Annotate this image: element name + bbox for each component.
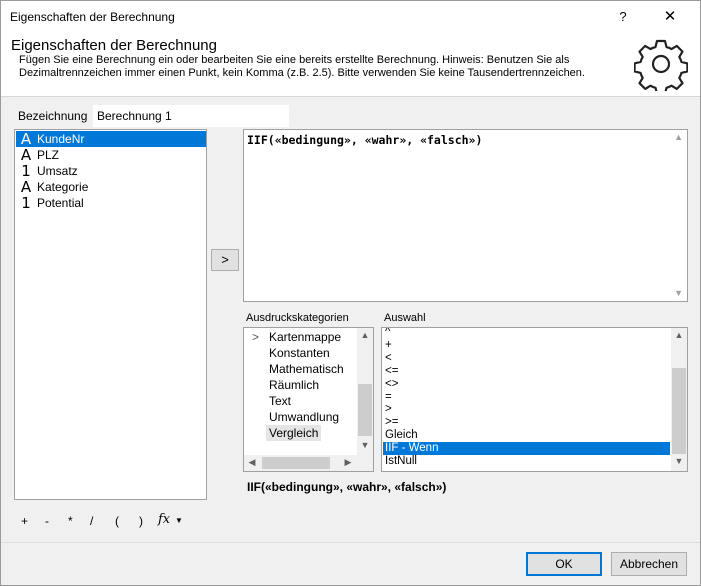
selection-label: Auswahl bbox=[384, 312, 426, 324]
function-icon[interactable]: fx bbox=[158, 512, 170, 527]
scroll-down-icon[interactable]: ▼ bbox=[357, 440, 373, 450]
field-list[interactable]: A KundeNr A PLZ 1 Umsatz A Kategorie 1 Potential bbox=[14, 129, 207, 500]
name-input[interactable] bbox=[93, 105, 289, 127]
dialog-window: Eigenschaften der Berechnung ? ✕ Eigensc… bbox=[0, 0, 701, 586]
selection-item[interactable]: > bbox=[383, 403, 670, 416]
header-description: Fügen Sie eine Berechnung ein oder bearb… bbox=[19, 54, 585, 79]
field-item-umsatz[interactable]: 1 Umsatz bbox=[16, 162, 206, 180]
number-type-icon: 1 bbox=[21, 194, 31, 212]
expression-text[interactable]: IIF(«bedingung», «wahr», «falsch») bbox=[247, 133, 482, 147]
operator-plus-button[interactable]: + bbox=[21, 514, 28, 528]
syntax-preview: IIF(«bedingung», «wahr», «falsch») bbox=[247, 480, 447, 494]
expression-editor[interactable]: IIF(«bedingung», «wahr», «falsch») ▲ ▼ bbox=[243, 129, 688, 302]
scroll-right-icon[interactable]: ▶ bbox=[340, 457, 356, 468]
category-item[interactable]: Kartenmappe bbox=[266, 329, 344, 345]
category-item[interactable]: Mathematisch bbox=[266, 361, 347, 377]
category-item[interactable]: Text bbox=[266, 393, 294, 409]
scroll-thumb[interactable] bbox=[672, 368, 686, 454]
scroll-down-icon[interactable]: ▼ bbox=[674, 288, 683, 298]
field-item-label: PLZ bbox=[37, 148, 60, 162]
selection-item[interactable]: < bbox=[383, 352, 670, 365]
dialog-header: Eigenschaften der Berechnung Fügen Sie e… bbox=[1, 33, 700, 97]
insert-field-button[interactable]: > bbox=[211, 249, 239, 271]
field-item-kategorie[interactable]: A Kategorie bbox=[16, 178, 206, 196]
field-item-label: KundeNr bbox=[37, 132, 85, 146]
scroll-down-icon[interactable]: ▼ bbox=[671, 456, 687, 466]
name-label: Bezeichnung bbox=[18, 109, 88, 123]
selection-item[interactable]: IstNull bbox=[383, 455, 670, 468]
field-item-label: Umsatz bbox=[37, 164, 78, 178]
selection-item[interactable]: Gleich bbox=[383, 429, 670, 442]
footer-divider bbox=[1, 542, 700, 543]
field-item-label: Potential bbox=[37, 196, 84, 210]
category-item[interactable]: Räumlich bbox=[266, 377, 322, 393]
category-list[interactable]: Vergleich Umwandlung Text Räumlich Mathemati… bbox=[243, 327, 374, 472]
field-item-label: Kategorie bbox=[37, 180, 89, 194]
selection-vscrollbar[interactable]: ▲ ▼ bbox=[671, 328, 687, 471]
cancel-button[interactable]: Abbrechen bbox=[611, 552, 687, 576]
scroll-up-icon[interactable]: ▲ bbox=[357, 330, 373, 340]
categories-label: Ausdruckskategorien bbox=[246, 312, 349, 324]
field-item-plz[interactable]: A PLZ bbox=[16, 146, 206, 164]
chevron-right-icon[interactable]: > bbox=[252, 330, 259, 344]
help-button[interactable]: ? bbox=[611, 7, 635, 27]
field-item-potential[interactable]: 1 Potential bbox=[16, 194, 206, 212]
close-button[interactable]: ✕ bbox=[655, 6, 685, 28]
selection-item[interactable]: IIF - Wenn bbox=[383, 442, 670, 456]
scroll-left-icon[interactable]: ◀ bbox=[244, 457, 260, 468]
header-title: Eigenschaften der Berechnung bbox=[11, 37, 217, 54]
operator-minus-button[interactable]: - bbox=[45, 514, 49, 528]
scroll-thumb[interactable] bbox=[262, 457, 330, 469]
category-item[interactable]: Vergleich bbox=[266, 425, 322, 441]
operator-divide-button[interactable]: / bbox=[90, 514, 93, 528]
selection-list[interactable]: IstNull IIF - Wenn Gleich >= > = <> <= < + ^ ▲ ▼ bbox=[381, 327, 688, 472]
category-vscrollbar[interactable]: ▲ ▼ bbox=[357, 328, 373, 455]
title-bar: Eigenschaften der Berechnung ? ✕ bbox=[1, 1, 700, 33]
selection-item[interactable]: >= bbox=[383, 416, 670, 429]
scroll-thumb[interactable] bbox=[358, 384, 372, 436]
category-hscrollbar[interactable]: ◀ ▶ bbox=[244, 455, 373, 471]
ok-button[interactable]: OK bbox=[526, 552, 602, 576]
operator-open-paren-button[interactable]: ( bbox=[115, 514, 119, 528]
category-item[interactable]: Umwandlung bbox=[266, 409, 342, 425]
gear-icon bbox=[634, 39, 688, 91]
selection-item[interactable]: ^ bbox=[383, 328, 670, 339]
field-item-kundenr[interactable]: A KundeNr bbox=[16, 130, 206, 148]
selection-item[interactable]: = bbox=[383, 391, 670, 404]
chevron-down-icon[interactable]: ▼ bbox=[175, 516, 183, 525]
operator-multiply-button[interactable]: * bbox=[68, 514, 73, 528]
window-title: Eigenschaften der Berechnung bbox=[10, 10, 175, 24]
scroll-up-icon[interactable]: ▲ bbox=[671, 330, 687, 340]
scroll-up-icon[interactable]: ▲ bbox=[674, 132, 683, 142]
selection-item[interactable]: <> bbox=[383, 378, 670, 391]
selection-item[interactable]: + bbox=[383, 339, 670, 352]
category-item[interactable]: Konstanten bbox=[266, 345, 333, 361]
operator-close-paren-button[interactable]: ) bbox=[139, 514, 143, 528]
selection-item[interactable]: <= bbox=[383, 365, 670, 378]
